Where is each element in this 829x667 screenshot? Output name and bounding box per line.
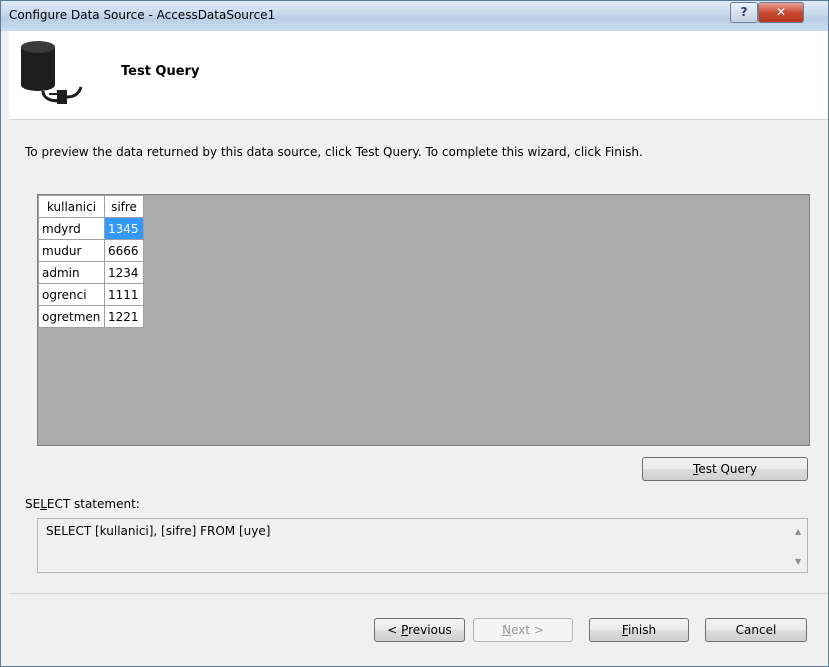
finish-button[interactable]: Finish [589,618,689,642]
help-icon: ? [740,5,748,19]
close-icon: ✕ [775,5,787,19]
next-button[interactable]: Next > [473,618,573,642]
select-statement-label: SELECT statement: [25,497,140,511]
results-grid[interactable]: kullanici sifre mdyrd 1345 mudur 6666 ad… [37,194,810,446]
column-header-kullanici[interactable]: kullanici [38,195,105,218]
results-table[interactable]: kullanici sifre mdyrd 1345 mudur 6666 ad… [38,195,144,328]
column-header-sifre[interactable]: sifre [104,195,144,218]
test-query-button[interactable]: Test Query [642,457,808,481]
cell-kullanici[interactable]: ogrenci [38,283,105,306]
previous-button[interactable]: < Previous [374,618,465,642]
dialog-window: Configure Data Source - AccessDataSource… [0,0,829,667]
sql-text[interactable]: SELECT [kullanici], [sifre] FROM [uye] [46,524,270,538]
table-row[interactable]: ogretmen 1221 [38,305,144,328]
page-title: Test Query [121,64,200,79]
scroll-down-icon[interactable]: ▼ [795,557,801,566]
cell-kullanici[interactable]: mudur [38,239,105,262]
table-row[interactable]: ogrenci 1111 [38,283,144,306]
cell-sifre[interactable]: 1234 [104,261,144,284]
help-button[interactable]: ? [730,2,758,23]
cell-sifre[interactable]: 1111 [104,283,144,306]
cell-sifre-selected[interactable]: 1345 [104,217,144,240]
scroll-up-icon[interactable]: ▲ [795,527,801,536]
cell-sifre[interactable]: 6666 [104,239,144,262]
database-connection-icon [21,41,83,104]
footer-separator [9,593,828,594]
instructions-text: To preview the data returned by this dat… [25,145,643,159]
table-row[interactable]: admin 1234 [38,261,144,284]
cell-kullanici[interactable]: admin [38,261,105,284]
window-title: Configure Data Source - AccessDataSource… [9,8,276,22]
close-button[interactable]: ✕ [758,2,804,23]
cell-kullanici[interactable]: ogretmen [38,305,105,328]
table-row[interactable]: mdyrd 1345 [38,217,144,240]
select-statement-box[interactable]: SELECT [kullanici], [sifre] FROM [uye] ▲… [37,518,808,573]
title-bar[interactable]: Configure Data Source - AccessDataSource… [1,1,828,31]
cell-sifre[interactable]: 1221 [104,305,144,328]
wizard-header: Test Query [9,31,828,120]
cell-kullanici[interactable]: mdyrd [38,217,105,240]
cancel-button[interactable]: Cancel [705,618,807,642]
header-row: kullanici sifre [38,195,144,218]
table-row[interactable]: mudur 6666 [38,239,144,262]
sql-scrollbar[interactable]: ▲ ▼ [791,519,807,572]
